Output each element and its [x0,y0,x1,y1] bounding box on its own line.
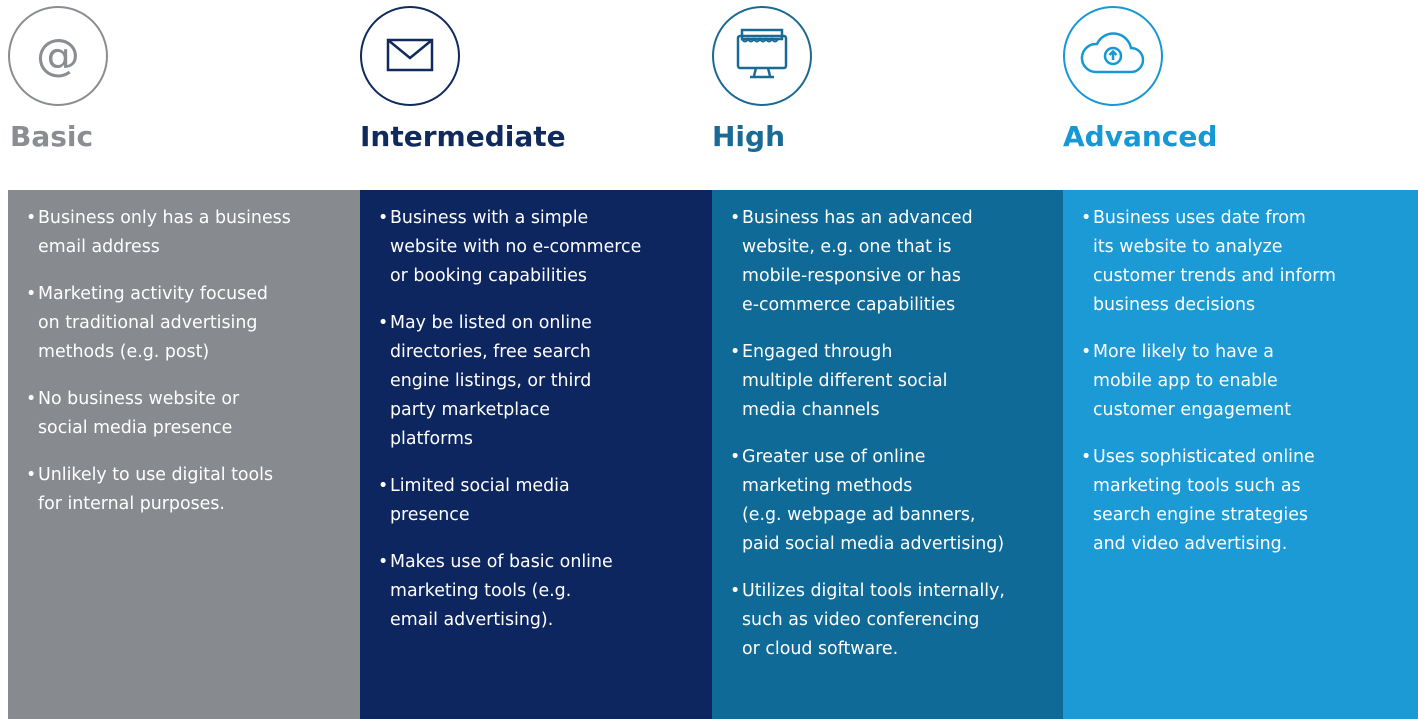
storefront-monitor-icon [712,6,812,106]
tier-title-intermediate: Intermediate [360,120,566,153]
list-item: • Makes use of basic online marketing too… [378,552,613,630]
list-item: • More likely to have a mobile app to ena… [1081,342,1292,420]
list-item: • Greater use of online marketing methods… [730,447,1005,554]
panel-advanced: • Business uses date from its website to … [1063,190,1418,719]
list-item: • Utilizes digital tools internally, such… [730,581,1005,659]
tier-title-high: High [712,120,786,153]
list-item: • Business uses date from its website to … [1081,208,1337,315]
panel-intermediate: • Business with a simple website with no … [360,190,712,719]
list-item: • Business has an advanced website, e.g. … [730,208,973,315]
tier-title-advanced: Advanced [1063,120,1218,153]
cloud-upload-icon [1063,6,1163,106]
list-item: • Engaged through multiple different soci… [730,342,948,420]
list-item: • Limited social media presence [378,476,570,525]
tier-advanced: Advanced • Business uses date from its we… [0,0,1418,719]
panel-high: • Business has an advanced website, e.g. … [712,190,1064,719]
envelope-icon [360,6,460,106]
list-item: • Uses sophisticated online marketing too… [1081,447,1315,554]
list-item: • Business with a simple website with no … [378,208,642,286]
list-item: • May be listed on online directories, fr… [378,313,592,449]
